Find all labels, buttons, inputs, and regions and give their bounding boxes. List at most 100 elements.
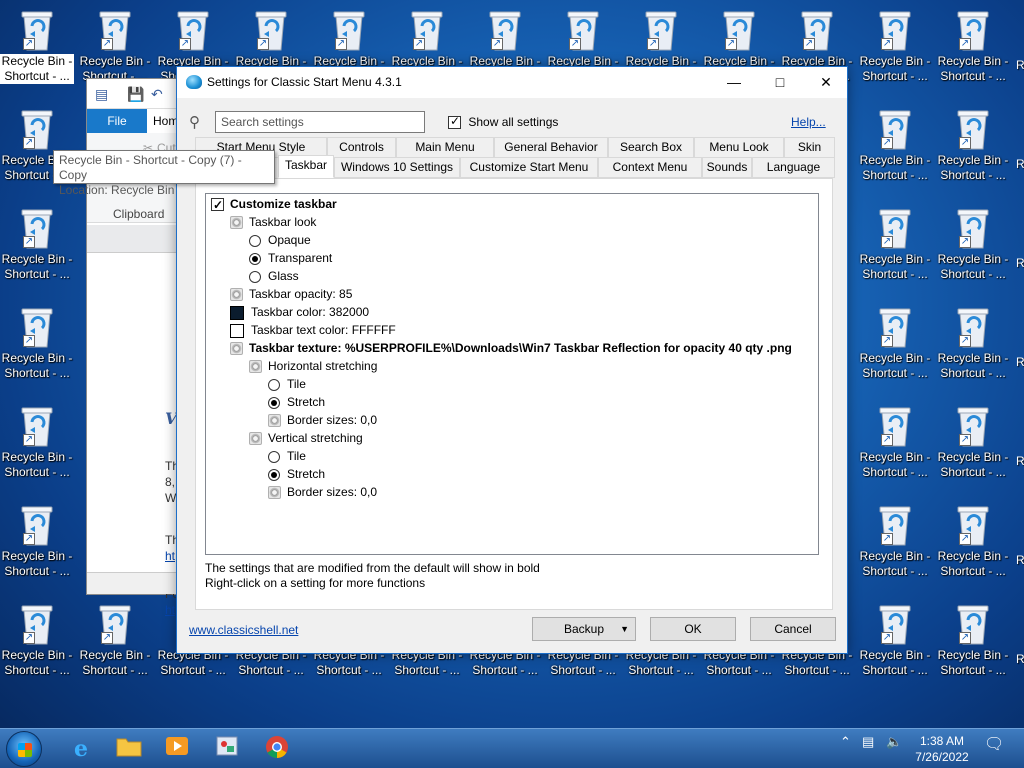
desktop-icon-recycle-bin-shortcut[interactable]: ↗ Recycle Bin -Shortcut - ...	[0, 594, 74, 690]
title-bar[interactable]: Settings for Classic Start Menu 4.3.1 — …	[177, 67, 847, 98]
v-tile-option[interactable]: Tile	[268, 447, 306, 465]
desktop-icon-partial[interactable]: R	[1016, 454, 1024, 468]
network-icon[interactable]: ▤	[862, 734, 874, 750]
start-button[interactable]	[6, 731, 42, 767]
vertical-stretching-setting[interactable]: Vertical stretching	[249, 429, 363, 447]
v-stretch-option[interactable]: Stretch	[268, 465, 325, 483]
h-border-sizes-setting[interactable]: Border sizes: 0,0	[268, 411, 377, 429]
document-area[interactable]: V Th 8, W Th ht Fo ht	[87, 253, 185, 617]
tab-windows-10-settings[interactable]: Windows 10 Settings	[334, 157, 460, 178]
h-tile-radio[interactable]	[268, 378, 280, 391]
taskbar-color-swatch[interactable]	[230, 305, 244, 320]
internet-explorer-icon[interactable]: e	[66, 735, 96, 763]
desktop-icon-partial[interactable]: R	[1016, 256, 1024, 270]
undo-icon[interactable]: ↶	[151, 86, 163, 103]
chrome-icon[interactable]	[262, 735, 292, 763]
system-clock[interactable]: 1:38 AM 7/26/2022	[912, 733, 972, 765]
desktop-icon-label-line2: Shortcut - ...	[0, 69, 74, 84]
close-button[interactable]: ✕	[803, 67, 849, 98]
desktop-icon-recycle-bin-shortcut[interactable]: ↗ Recycle Bin -Shortcut - ...	[858, 594, 932, 690]
setting-gear-icon	[230, 216, 243, 230]
transparent-option[interactable]: Transparent	[249, 249, 332, 267]
search-input[interactable]	[215, 111, 425, 133]
glass-radio[interactable]	[249, 270, 261, 283]
show-hidden-icons-chevron-icon[interactable]: ⌃	[840, 734, 851, 750]
help-link[interactable]: Help...	[791, 115, 826, 129]
desktop-icon-recycle-bin-shortcut[interactable]: ↗ Recycle Bin -Shortcut - ...	[936, 99, 1010, 195]
tab-language[interactable]: Language	[752, 157, 835, 178]
tab-skin[interactable]: Skin	[784, 137, 835, 158]
desktop-icon-recycle-bin-shortcut[interactable]: ↗ Recycle Bin -Shortcut - ...	[858, 0, 932, 96]
desktop-icon-recycle-bin-shortcut[interactable]: ↗ Recycle Bin -Shortcut - ...	[858, 99, 932, 195]
tab-main-menu[interactable]: Main Menu	[396, 137, 494, 158]
desktop-icon-partial[interactable]: R	[1016, 355, 1024, 369]
taskbar-opacity-setting[interactable]: Taskbar opacity: 85	[230, 285, 352, 303]
file-tab[interactable]: File	[87, 109, 147, 133]
action-center-icon[interactable]: 🗨	[984, 734, 1004, 754]
tab-general-behavior[interactable]: General Behavior	[494, 137, 608, 158]
desktop-icon-recycle-bin-shortcut[interactable]: ↗ Recycle Bin -Shortcut - ...	[936, 396, 1010, 492]
desktop-icon-recycle-bin-shortcut[interactable]: ↗ Recycle Bin -Shortcut - ...	[0, 396, 74, 492]
horizontal-stretching-setting[interactable]: Horizontal stretching	[249, 357, 377, 375]
paint-icon[interactable]	[212, 735, 242, 763]
tab-menu-look[interactable]: Menu Look	[694, 137, 784, 158]
desktop-icon-recycle-bin-shortcut[interactable]: ↗ Recycle Bin -Shortcut - ...	[936, 495, 1010, 591]
tab-context-menu[interactable]: Context Menu	[598, 157, 702, 178]
opaque-option[interactable]: Opaque	[249, 231, 311, 249]
customize-taskbar-checkbox[interactable]	[211, 196, 224, 214]
show-all-settings[interactable]: Show all settings	[448, 114, 558, 130]
taskbar-color-setting[interactable]: Taskbar color: 382000	[230, 303, 369, 321]
tab-taskbar[interactable]: Taskbar	[278, 155, 334, 178]
desktop-icon-recycle-bin-shortcut[interactable]: ↗ Recycle Bin -Shortcut - ...	[0, 198, 74, 294]
media-player-icon[interactable]	[162, 735, 192, 763]
taskbar-look-setting[interactable]: Taskbar look	[230, 213, 316, 231]
taskbar-text-color-swatch[interactable]	[230, 323, 244, 338]
glass-option[interactable]: Glass	[249, 267, 299, 285]
opaque-radio[interactable]	[249, 234, 261, 247]
desktop-icon-partial[interactable]: R	[1016, 652, 1024, 666]
recycle-bin-icon: ↗	[877, 503, 913, 547]
desktop-icon-label-line2: Shortcut - ...	[706, 663, 772, 677]
desktop-icon-recycle-bin-shortcut[interactable]: ↗ Recycle Bin -Shortcut - ...	[936, 297, 1010, 393]
taskbar-text-color-setting[interactable]: Taskbar text color: FFFFFF	[230, 321, 396, 339]
desktop-icon-recycle-bin-shortcut[interactable]: ↗ Recycle Bin -Shortcut - ...	[858, 297, 932, 393]
transparent-radio[interactable]	[249, 252, 261, 265]
desktop-icon-recycle-bin-shortcut[interactable]: ↗ Recycle Bin -Shortcut - ...	[0, 495, 74, 591]
ok-button[interactable]: OK	[650, 617, 736, 641]
volume-icon[interactable]: 🔈	[886, 734, 902, 750]
v-border-sizes-setting[interactable]: Border sizes: 0,0	[268, 483, 377, 501]
desktop-icon-recycle-bin-shortcut[interactable]: ↗ Recycle Bin -Shortcut - ...	[0, 297, 74, 393]
taskbar-texture-setting[interactable]: Taskbar texture: %USERPROFILE%\Downloads…	[230, 339, 792, 357]
tab-customize-start-menu[interactable]: Customize Start Menu	[460, 157, 598, 178]
tab-search-box[interactable]: Search Box	[608, 137, 694, 158]
maximize-button[interactable]: □	[757, 67, 803, 98]
show-all-checkbox[interactable]	[448, 114, 461, 130]
desktop-icon-recycle-bin-shortcut[interactable]: ↗ Recycle Bin -Shortcut - ...	[858, 198, 932, 294]
v-stretch-radio[interactable]	[268, 468, 280, 481]
desktop-icon-recycle-bin-shortcut[interactable]: ↗ Recycle Bin -Shortcut - ...	[936, 594, 1010, 690]
v-tile-radio[interactable]	[268, 450, 280, 463]
h-tile-option[interactable]: Tile	[268, 375, 306, 393]
tab-controls[interactable]: Controls	[327, 137, 396, 158]
classic-shell-icon	[186, 75, 202, 89]
desktop-icon-partial[interactable]: R	[1016, 553, 1024, 567]
save-icon[interactable]: 💾	[127, 86, 144, 103]
tab-sounds[interactable]: Sounds	[702, 157, 752, 178]
cancel-button[interactable]: Cancel	[750, 617, 836, 641]
desktop-icon-recycle-bin-shortcut[interactable]: ↗ Recycle Bin -Shortcut - ...	[858, 495, 932, 591]
settings-tree[interactable]: Customize taskbar Taskbar look Opaque Tr…	[205, 193, 819, 555]
h-stretch-option[interactable]: Stretch	[268, 393, 325, 411]
desktop-icon-recycle-bin-shortcut[interactable]: ↗ Recycle Bin -Shortcut - ...	[78, 594, 152, 690]
desktop-icon-recycle-bin-shortcut[interactable]: ↗ Recycle Bin -Shortcut - ...	[936, 0, 1010, 96]
desktop-icon-recycle-bin-shortcut[interactable]: ↗ Recycle Bin -Shortcut - ...	[936, 198, 1010, 294]
h-stretch-radio[interactable]	[268, 396, 280, 409]
desktop-icon-partial[interactable]: R	[1016, 157, 1024, 171]
home-tab[interactable]: Hom	[153, 109, 178, 133]
desktop-icon-recycle-bin-shortcut[interactable]: ↗ Recycle Bin -Shortcut - ...	[858, 396, 932, 492]
backup-button[interactable]: Backup ▼	[532, 617, 636, 641]
file-explorer-icon[interactable]	[114, 735, 144, 763]
desktop-icon-partial[interactable]: R	[1016, 58, 1024, 72]
classicshell-website-link[interactable]: www.classicshell.net	[189, 623, 298, 637]
minimize-button[interactable]: —	[711, 67, 757, 98]
desktop-icon-recycle-bin-shortcut[interactable]: ↗ Recycle Bin -Shortcut - ...	[0, 0, 74, 96]
